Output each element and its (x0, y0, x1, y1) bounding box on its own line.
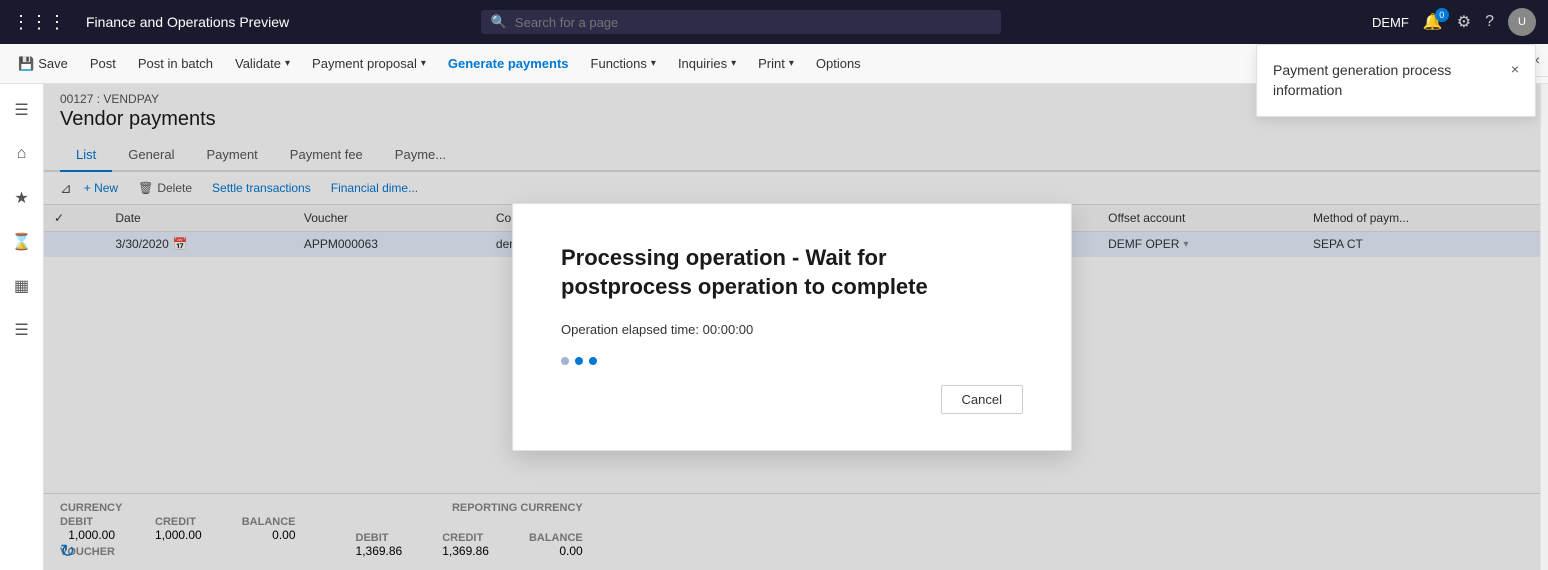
post-button[interactable]: Post (80, 52, 126, 75)
inquiries-button[interactable]: Inquiries ▾ (668, 52, 746, 75)
save-icon: 💾 (18, 56, 34, 72)
inquiries-caret-icon: ▾ (731, 58, 736, 69)
sidebar-home-icon[interactable]: ⌂ (4, 136, 40, 172)
print-caret-icon: ▾ (789, 58, 794, 69)
search-input[interactable] (515, 15, 991, 30)
functions-caret-icon: ▾ (651, 58, 656, 69)
modal-overlay: Processing operation - Wait for postproc… (44, 84, 1540, 570)
validate-button[interactable]: Validate ▾ (225, 52, 300, 75)
content-area: 00127 : VENDPAY Vendor payments List Gen… (44, 84, 1540, 570)
left-sidebar: ☰ ⌂ ★ ⌛ ▦ ☰ (0, 84, 44, 570)
app-title: Finance and Operations Preview (86, 14, 289, 30)
dot-1 (561, 357, 569, 365)
search-bar[interactable]: 🔍 (481, 10, 1001, 34)
info-panel-close-icon[interactable]: × (1511, 61, 1519, 77)
sidebar-recent-icon[interactable]: ⌛ (4, 224, 40, 260)
save-button[interactable]: 💾 Save (8, 52, 78, 76)
processing-modal: Processing operation - Wait for postproc… (512, 203, 1072, 450)
avatar[interactable]: U (1508, 8, 1536, 36)
info-panel-title: Payment generation process information (1273, 61, 1501, 100)
help-icon[interactable]: ? (1485, 13, 1494, 31)
cancel-button[interactable]: Cancel (941, 385, 1023, 414)
generate-payments-button[interactable]: Generate payments (438, 52, 579, 75)
dot-3 (589, 357, 597, 365)
settings-icon[interactable]: ⚙ (1457, 12, 1471, 32)
sidebar-menu-icon[interactable]: ☰ (4, 92, 40, 128)
modal-actions: Cancel (561, 385, 1023, 414)
notification-icon[interactable]: 🔔 0 (1423, 12, 1443, 32)
top-navigation: ⋮⋮⋮ Finance and Operations Preview 🔍 DEM… (0, 0, 1548, 44)
notification-badge: 0 (1435, 8, 1449, 22)
search-icon: 🔍 (491, 14, 507, 30)
top-nav-right: DEMF 🔔 0 ⚙ ? U (1372, 8, 1536, 36)
post-in-batch-button[interactable]: Post in batch (128, 52, 223, 75)
info-panel: Payment generation process information × (1256, 44, 1536, 117)
sidebar-modules-icon[interactable]: ☰ (4, 312, 40, 348)
payment-proposal-caret-icon: ▾ (421, 58, 426, 69)
loading-dots (561, 357, 1023, 365)
payment-proposal-button[interactable]: Payment proposal ▾ (302, 52, 436, 75)
user-name: DEMF (1372, 15, 1409, 30)
dot-2 (575, 357, 583, 365)
info-panel-header: Payment generation process information × (1257, 45, 1535, 116)
right-scrollbar[interactable] (1540, 84, 1548, 570)
sidebar-favorites-icon[interactable]: ★ (4, 180, 40, 216)
grid-menu-icon[interactable]: ⋮⋮⋮ (12, 12, 66, 33)
sidebar-workspaces-icon[interactable]: ▦ (4, 268, 40, 304)
modal-title: Processing operation - Wait for postproc… (561, 244, 1023, 301)
validate-caret-icon: ▾ (285, 58, 290, 69)
modal-elapsed: Operation elapsed time: 00:00:00 (561, 322, 1023, 337)
main-layout: ☰ ⌂ ★ ⌛ ▦ ☰ 00127 : VENDPAY Vendor payme… (0, 84, 1548, 570)
elapsed-value: 00:00:00 (703, 322, 754, 337)
options-button[interactable]: Options (806, 52, 871, 75)
functions-button[interactable]: Functions ▾ (581, 52, 666, 75)
print-button[interactable]: Print ▾ (748, 52, 804, 75)
